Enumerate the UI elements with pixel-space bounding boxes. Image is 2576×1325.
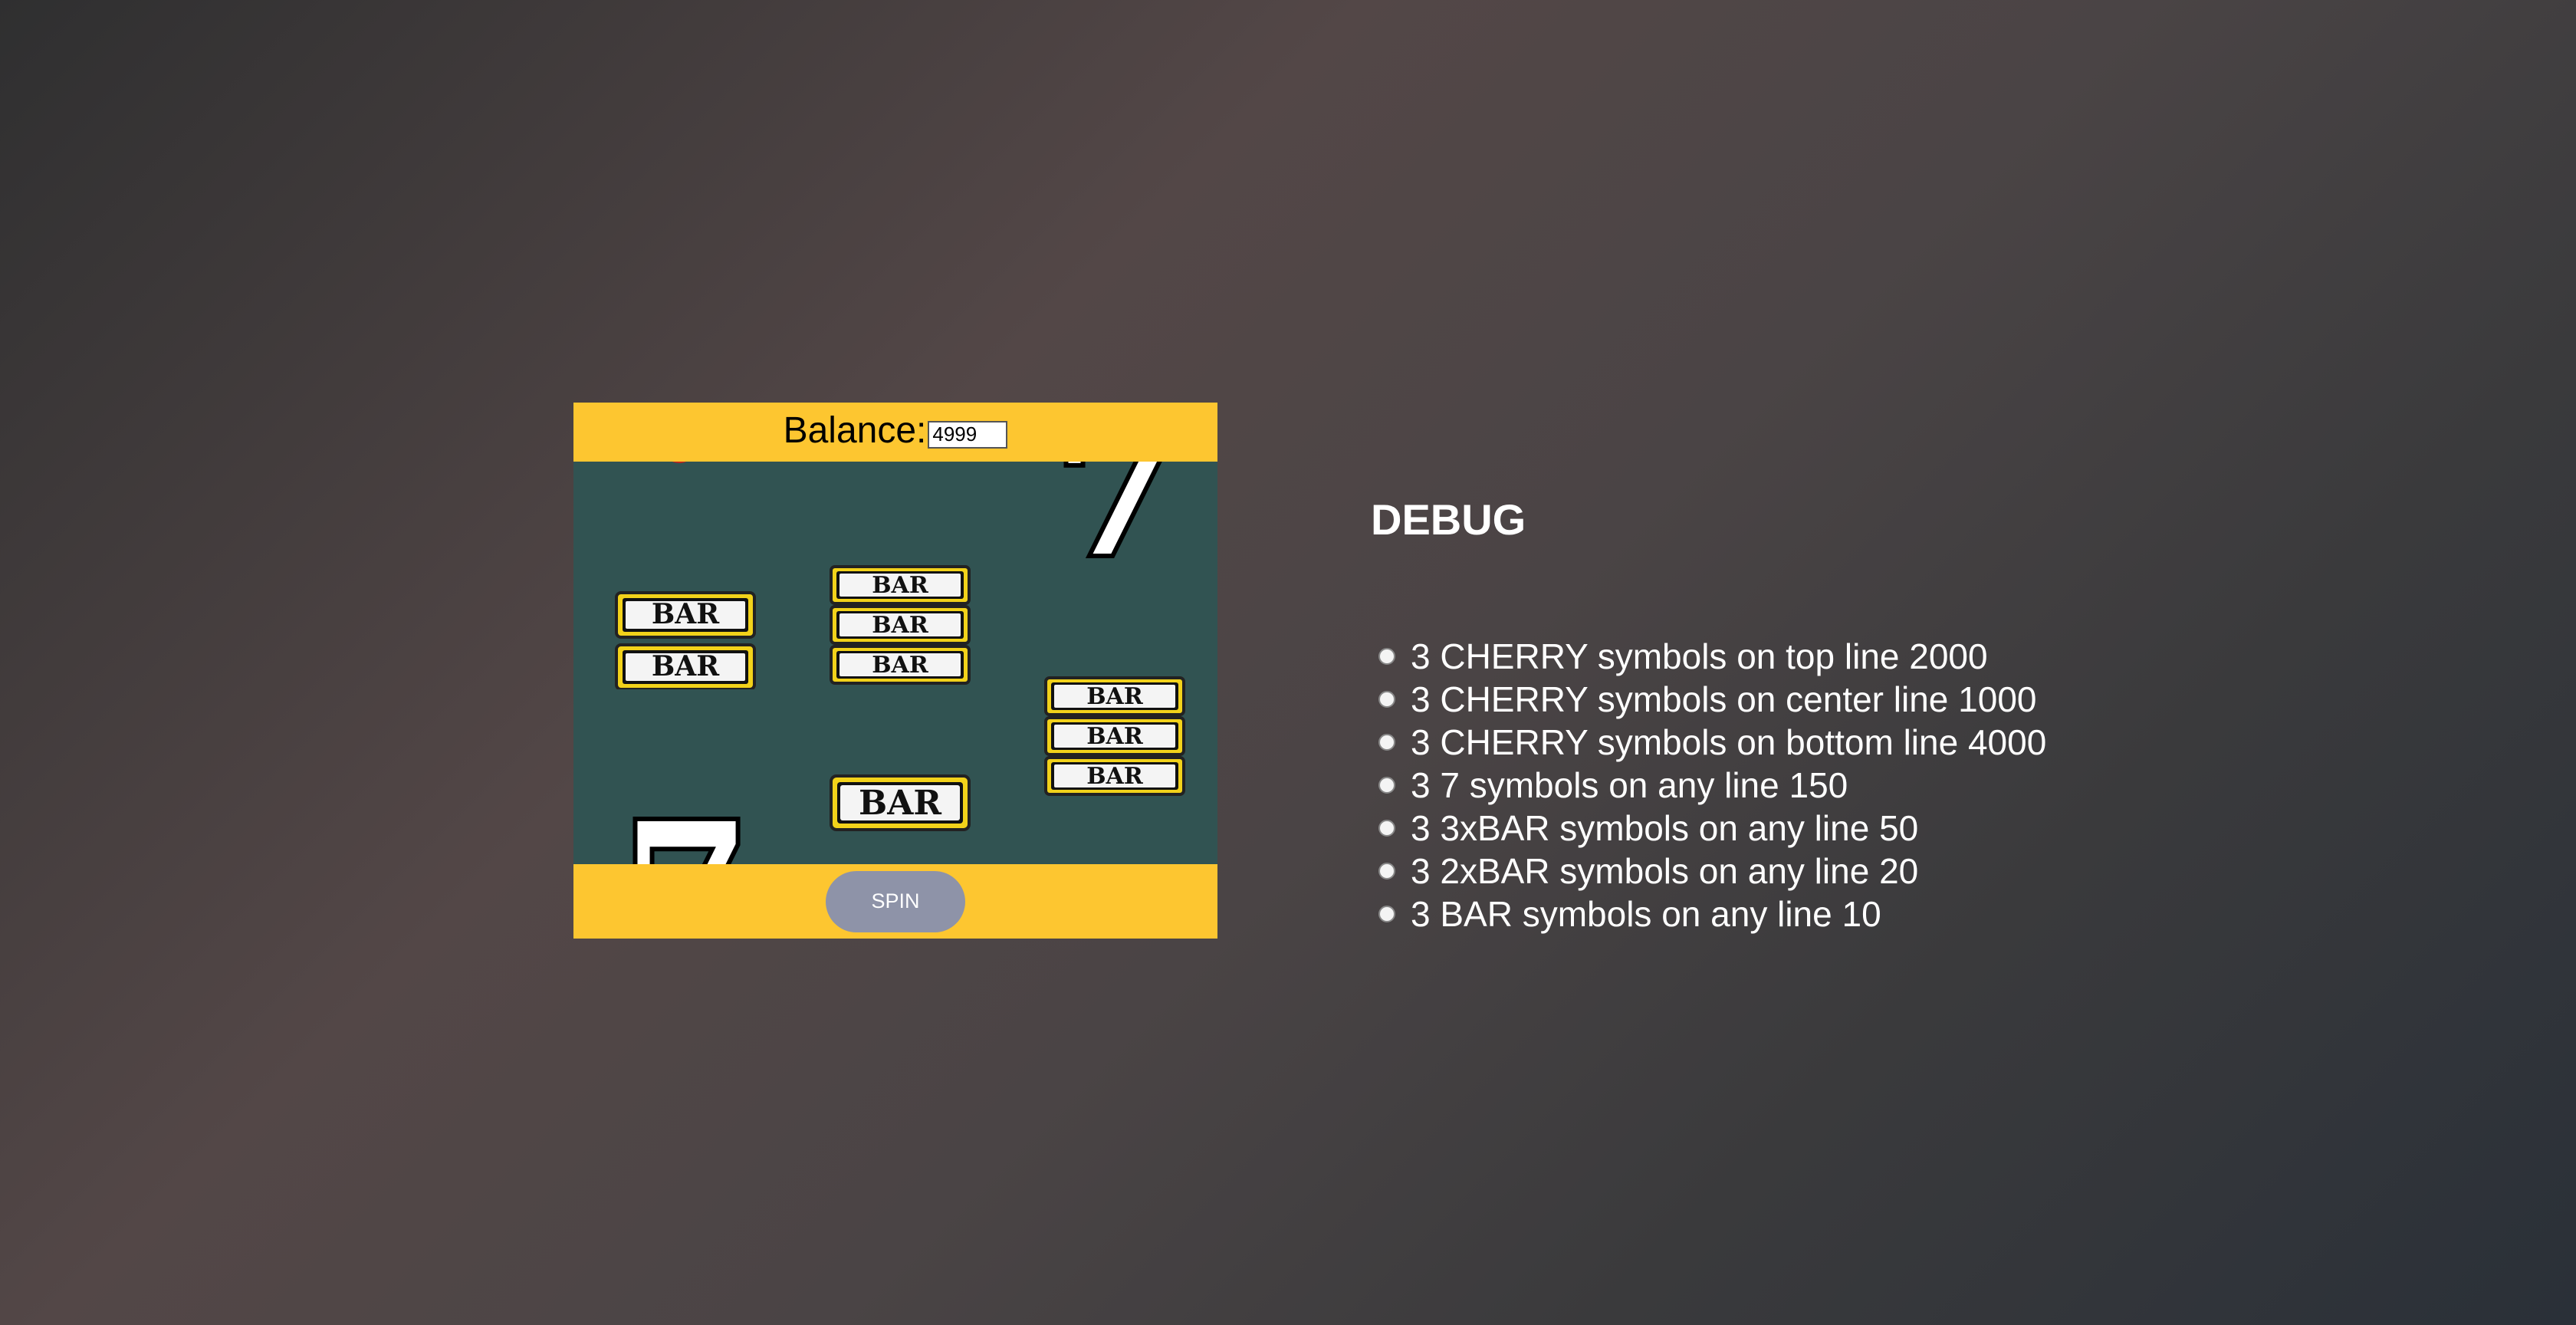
slot-machine: Balance: BAR BAR bbox=[573, 403, 1217, 996]
radio-button[interactable] bbox=[1378, 648, 1395, 665]
radio-button[interactable] bbox=[1378, 691, 1395, 708]
debug-option[interactable]: 3 BAR symbols on any line 10 bbox=[1378, 893, 2046, 935]
debug-option[interactable]: 3 CHERRY symbols on center line 1000 bbox=[1378, 678, 2046, 721]
seven-text: 7 bbox=[623, 805, 751, 864]
double-bar-icon: BAR BAR bbox=[615, 591, 756, 689]
balance-label: Balance: bbox=[783, 409, 927, 451]
bar-text: BAR bbox=[1086, 763, 1144, 790]
debug-panel: DEBUG 3 CHERRY symbols on top line 2000 … bbox=[1371, 495, 2291, 935]
debug-option[interactable]: 3 CHERRY symbols on bottom line 4000 bbox=[1378, 721, 2046, 764]
debug-option-label: 3 BAR symbols on any line 10 bbox=[1411, 894, 1881, 934]
debug-option[interactable]: 3 7 symbols on any line 150 bbox=[1378, 764, 2046, 807]
radio-button[interactable] bbox=[1378, 863, 1395, 879]
bar-text: BAR bbox=[652, 650, 720, 682]
debug-option-label: 3 CHERRY symbols on center line 1000 bbox=[1411, 679, 2037, 719]
seven-icon: 7 bbox=[619, 805, 756, 864]
reel-3: 7 BAR BAR BAR bbox=[1003, 462, 1217, 864]
balance-input[interactable] bbox=[928, 420, 1008, 449]
debug-option[interactable]: 3 CHERRY symbols on top line 2000 bbox=[1378, 635, 2046, 678]
seven-text: 7 bbox=[1054, 462, 1182, 569]
debug-option-label: 3 CHERRY symbols on bottom line 4000 bbox=[1411, 722, 2047, 762]
debug-option-label: 3 7 symbols on any line 150 bbox=[1411, 765, 1848, 805]
bar-icon: BAR bbox=[830, 774, 971, 831]
bar-text: BAR bbox=[1086, 683, 1144, 710]
debug-option-label: 3 CHERRY symbols on top line 2000 bbox=[1411, 636, 1988, 676]
bar-text: BAR bbox=[872, 572, 929, 599]
debug-option[interactable]: 3 3xBAR symbols on any line 50 bbox=[1378, 807, 2046, 850]
bar-text: BAR bbox=[872, 612, 929, 639]
debug-option-label: 3 3xBAR symbols on any line 50 bbox=[1411, 808, 1919, 848]
debug-title: DEBUG bbox=[1371, 495, 1526, 544]
balance-bar: Balance: bbox=[573, 403, 1217, 462]
radio-button[interactable] bbox=[1378, 734, 1395, 751]
reels-area: BAR BAR 7 BA bbox=[573, 462, 1217, 864]
cherry-icon bbox=[672, 462, 687, 463]
debug-options-list: 3 CHERRY symbols on top line 2000 3 CHER… bbox=[1378, 635, 2046, 935]
triple-bar-icon: BAR BAR BAR bbox=[1044, 676, 1185, 796]
spin-bar: SPIN bbox=[573, 864, 1217, 939]
bar-text: BAR bbox=[872, 652, 929, 679]
bar-text: BAR bbox=[859, 784, 941, 823]
radio-button[interactable] bbox=[1378, 820, 1395, 837]
reel-1: BAR BAR 7 bbox=[573, 462, 788, 864]
debug-option-label: 3 2xBAR symbols on any line 20 bbox=[1411, 851, 1919, 891]
reel-2: BAR BAR BAR BAR bbox=[788, 462, 1003, 864]
debug-option[interactable]: 3 2xBAR symbols on any line 20 bbox=[1378, 850, 2046, 893]
bar-text: BAR bbox=[1086, 723, 1144, 750]
spin-button[interactable]: SPIN bbox=[826, 870, 965, 932]
radio-button[interactable] bbox=[1378, 777, 1395, 794]
triple-bar-icon: BAR BAR BAR bbox=[830, 565, 971, 685]
bar-text: BAR bbox=[652, 598, 720, 630]
radio-button[interactable] bbox=[1378, 906, 1395, 922]
seven-icon: 7 bbox=[1050, 462, 1187, 569]
